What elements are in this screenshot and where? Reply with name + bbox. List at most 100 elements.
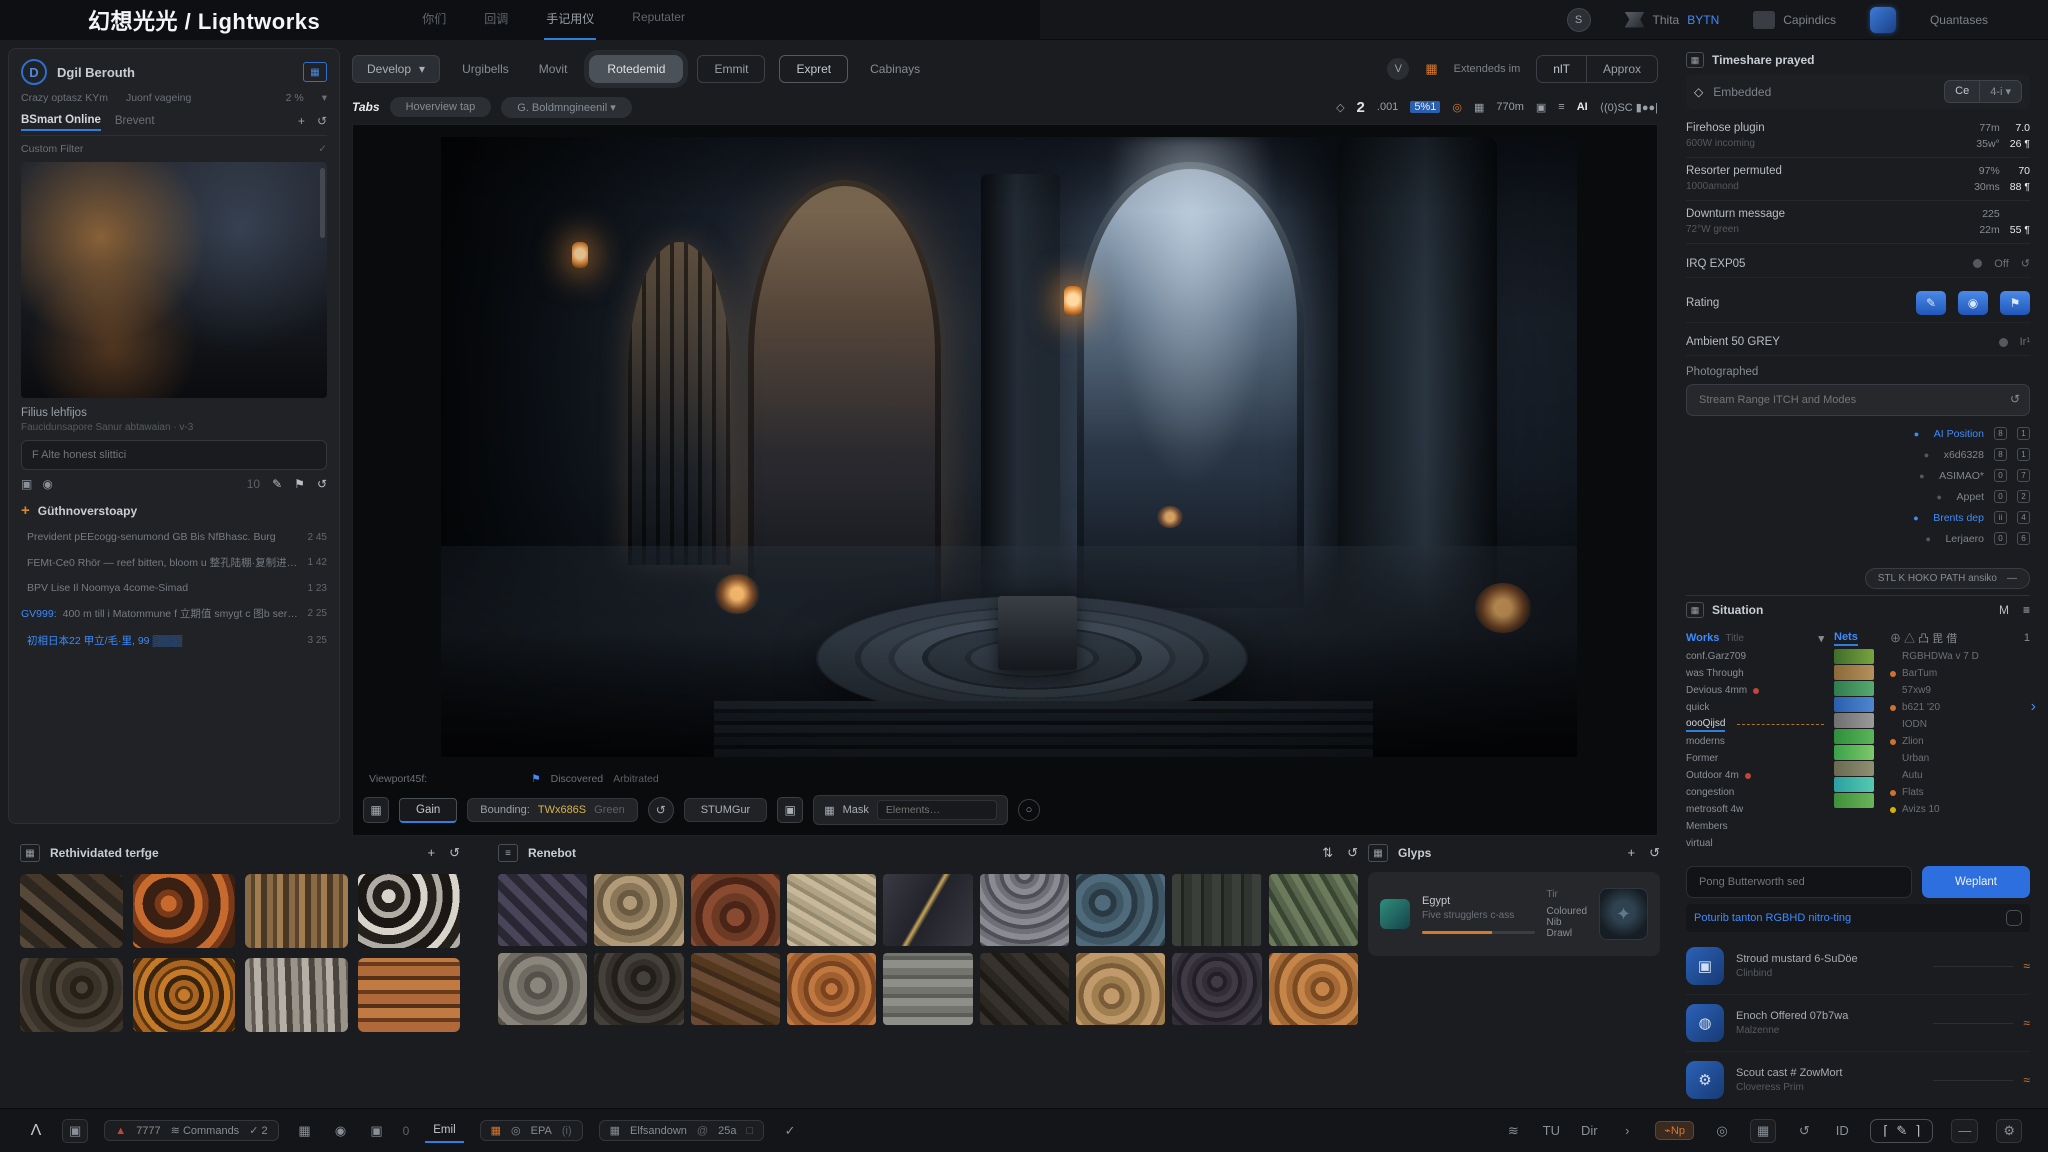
- zoom-highlight[interactable]: 5%1: [1410, 101, 1440, 113]
- preview-thumbnail[interactable]: [21, 162, 327, 398]
- renebot-sort-icon[interactable]: ⇅: [1322, 845, 1333, 861]
- history-item[interactable]: 初相日本22 甲立/毛·里, 99 ▒▒▒▒ 3 25: [21, 628, 327, 653]
- layers-icon[interactable]: ▣: [21, 477, 32, 491]
- works-row[interactable]: Members: [1686, 818, 1824, 835]
- segment-option-b[interactable]: Approx: [1587, 56, 1657, 82]
- image-view-icon[interactable]: ▦: [303, 62, 327, 82]
- frames-icon[interactable]: ▣: [1536, 101, 1546, 114]
- works-dropdown-icon[interactable]: ▾: [1818, 632, 1824, 645]
- embedded-segment[interactable]: Ce 4-i ▾: [1944, 80, 2022, 103]
- undo-icon[interactable]: ↺: [317, 114, 327, 128]
- brand-block[interactable]: Thita BYTN: [1625, 12, 1720, 28]
- texture-tile[interactable]: [20, 958, 123, 1032]
- right-search-input[interactable]: [1686, 866, 1912, 898]
- viewport-pill-scene[interactable]: G. Boldmngineenil ▾: [501, 97, 631, 118]
- irq-curve-icon[interactable]: ↺: [2021, 257, 2030, 270]
- clip-bracket-group[interactable]: ⌈ ✎ ⌉: [1870, 1119, 1933, 1143]
- works-row[interactable]: was Through: [1686, 665, 1824, 682]
- tu-icon[interactable]: TU: [1541, 1119, 1561, 1143]
- arrow-icon[interactable]: ›: [1617, 1119, 1637, 1143]
- glyps-badge-icon[interactable]: ✦: [1599, 888, 1648, 940]
- undo-round-icon[interactable]: ↺: [648, 797, 674, 823]
- clone-icon[interactable]: ▣: [777, 797, 803, 823]
- rating-pin-icon[interactable]: ⚑: [2000, 291, 2030, 315]
- detail-row[interactable]: RGBHDWa v 7 D: [1890, 648, 2030, 665]
- texture-tile[interactable]: [980, 953, 1069, 1025]
- texture-tile[interactable]: [1076, 953, 1165, 1025]
- works-row[interactable]: quick: [1686, 699, 1824, 716]
- layer-row[interactable]: ● ASIMAO* 0 7: [1919, 466, 2030, 485]
- texture-tile[interactable]: [883, 874, 972, 946]
- embedded-seg-a[interactable]: Ce: [1945, 81, 1979, 102]
- texture-tile[interactable]: [1172, 874, 1261, 946]
- snapshot-icon[interactable]: ▦: [363, 797, 389, 823]
- layer-count-a[interactable]: 0: [1994, 490, 2007, 503]
- glyps-add-icon[interactable]: +: [1628, 845, 1636, 861]
- nets-header[interactable]: Nets: [1834, 631, 1858, 646]
- rating-brush-icon[interactable]: ✎: [1916, 291, 1946, 315]
- import-button[interactable]: Emmit: [697, 55, 765, 83]
- texture-tile[interactable]: [245, 958, 348, 1032]
- bank-icon[interactable]: ▦: [295, 1119, 315, 1143]
- detail-row[interactable]: IODN: [1890, 716, 2030, 733]
- scissors-icon[interactable]: ✎: [1896, 1123, 1907, 1139]
- glyps-refresh-icon[interactable]: ↺: [1649, 845, 1660, 861]
- texture-tile[interactable]: [133, 958, 236, 1032]
- detail-row[interactable]: Zlion: [1890, 733, 2030, 750]
- glyps-card[interactable]: Egypt Five strugglers c-ass Tir Coloured…: [1368, 872, 1660, 956]
- net-chip[interactable]: [1834, 777, 1874, 792]
- situation-menu-icon[interactable]: ≡: [2023, 603, 2030, 617]
- layer-row[interactable]: ● Brents dep ii 4: [1913, 508, 2030, 527]
- segment-option-a[interactable]: nlT: [1537, 56, 1587, 82]
- asset-item[interactable]: ◍ Enoch Offered 07b7wa Malzenne ≈: [1686, 995, 2030, 1052]
- id-icon[interactable]: ID: [1832, 1119, 1852, 1143]
- asset-item-spark-icon[interactable]: ≈: [2023, 1073, 2030, 1087]
- path-pill[interactable]: STL K HOKO PATH ansiko —: [1865, 568, 2030, 589]
- history-item[interactable]: GV999: 400 m till i Matommune f 立期值 smyg…: [21, 601, 327, 626]
- elfsandown-group[interactable]: ▦ Elfsandown @ 25a □: [599, 1120, 764, 1141]
- settings-cluster-icon[interactable]: ⚙: [1996, 1119, 2022, 1143]
- package-icon[interactable]: ▣: [367, 1119, 387, 1143]
- right-link-circle-icon[interactable]: [2006, 910, 2022, 926]
- net-chip[interactable]: [1834, 761, 1874, 776]
- detail-row[interactable]: 57xw9: [1890, 682, 2030, 699]
- menu-item[interactable]: 手记用仪: [544, 0, 596, 40]
- asset-item-spark-icon[interactable]: ≈: [2023, 959, 2030, 973]
- works-row[interactable]: metrosoft 4w: [1686, 801, 1824, 818]
- net-chip[interactable]: [1834, 793, 1874, 808]
- history-item[interactable]: FEMt-Ce0 Rhör — reef bitten, bloom u 整孔陆…: [21, 550, 327, 575]
- settings-button[interactable]: Cabinays: [862, 56, 928, 82]
- irq-toggle-dot[interactable]: [1973, 259, 1982, 268]
- collapse-check-icon[interactable]: ✓: [780, 1119, 800, 1143]
- asset-item[interactable]: ▣ Stroud mustard 6-SuDöe Clinbind ≈: [1686, 938, 2030, 995]
- menu-icon[interactable]: ≡: [1558, 101, 1564, 113]
- layer-count-a[interactable]: 0: [1994, 469, 2007, 482]
- viewport-tab[interactable]: Tabs: [352, 100, 380, 114]
- app-switcher-icon[interactable]: [1870, 7, 1896, 33]
- property-row[interactable]: Resorter permuted 1000amond 97% 70 30ms …: [1686, 158, 2030, 201]
- tab-urgibells[interactable]: Urgibells: [454, 56, 517, 82]
- tab-brevent[interactable]: Brevent: [115, 112, 155, 130]
- property-row[interactable]: Downturn message 72°W green 225 22m 55 ¶: [1686, 201, 2030, 244]
- photographed-refresh-icon[interactable]: ↺: [2010, 392, 2020, 406]
- photographed-input[interactable]: [1686, 384, 2030, 416]
- taskbar-logo-icon[interactable]: Λ: [26, 1119, 46, 1143]
- detail-header-icons[interactable]: ⊕ △ 凸 毘 借: [1890, 630, 1957, 646]
- texture-tile[interactable]: [358, 874, 461, 948]
- asset-item-spark-icon[interactable]: ≈: [2023, 1016, 2030, 1030]
- works-header[interactable]: Works: [1686, 632, 1719, 644]
- texture-tile[interactable]: [1076, 874, 1165, 946]
- dir-icon[interactable]: Dir: [1579, 1119, 1599, 1143]
- textures-refresh-icon[interactable]: ↺: [449, 845, 460, 861]
- layer-count-a[interactable]: ii: [1994, 511, 2007, 524]
- ring-icon[interactable]: ◎: [1452, 101, 1462, 114]
- weplant-button[interactable]: Weplant: [1922, 866, 2030, 898]
- texture-tile[interactable]: [133, 874, 236, 948]
- ambient-toggle-dot[interactable]: [1999, 338, 2008, 347]
- lines-icon[interactable]: ≋: [1503, 1119, 1523, 1143]
- commands-group[interactable]: ▲ 7777 ≋ Commands ✓ 2: [104, 1120, 278, 1141]
- texture-tile[interactable]: [1269, 953, 1358, 1025]
- works-row[interactable]: conf.Garz709: [1686, 648, 1824, 665]
- net-chip[interactable]: [1834, 681, 1874, 696]
- nav-cluster[interactable]: ⟨(0)SC ▮●●|: [1600, 101, 1658, 114]
